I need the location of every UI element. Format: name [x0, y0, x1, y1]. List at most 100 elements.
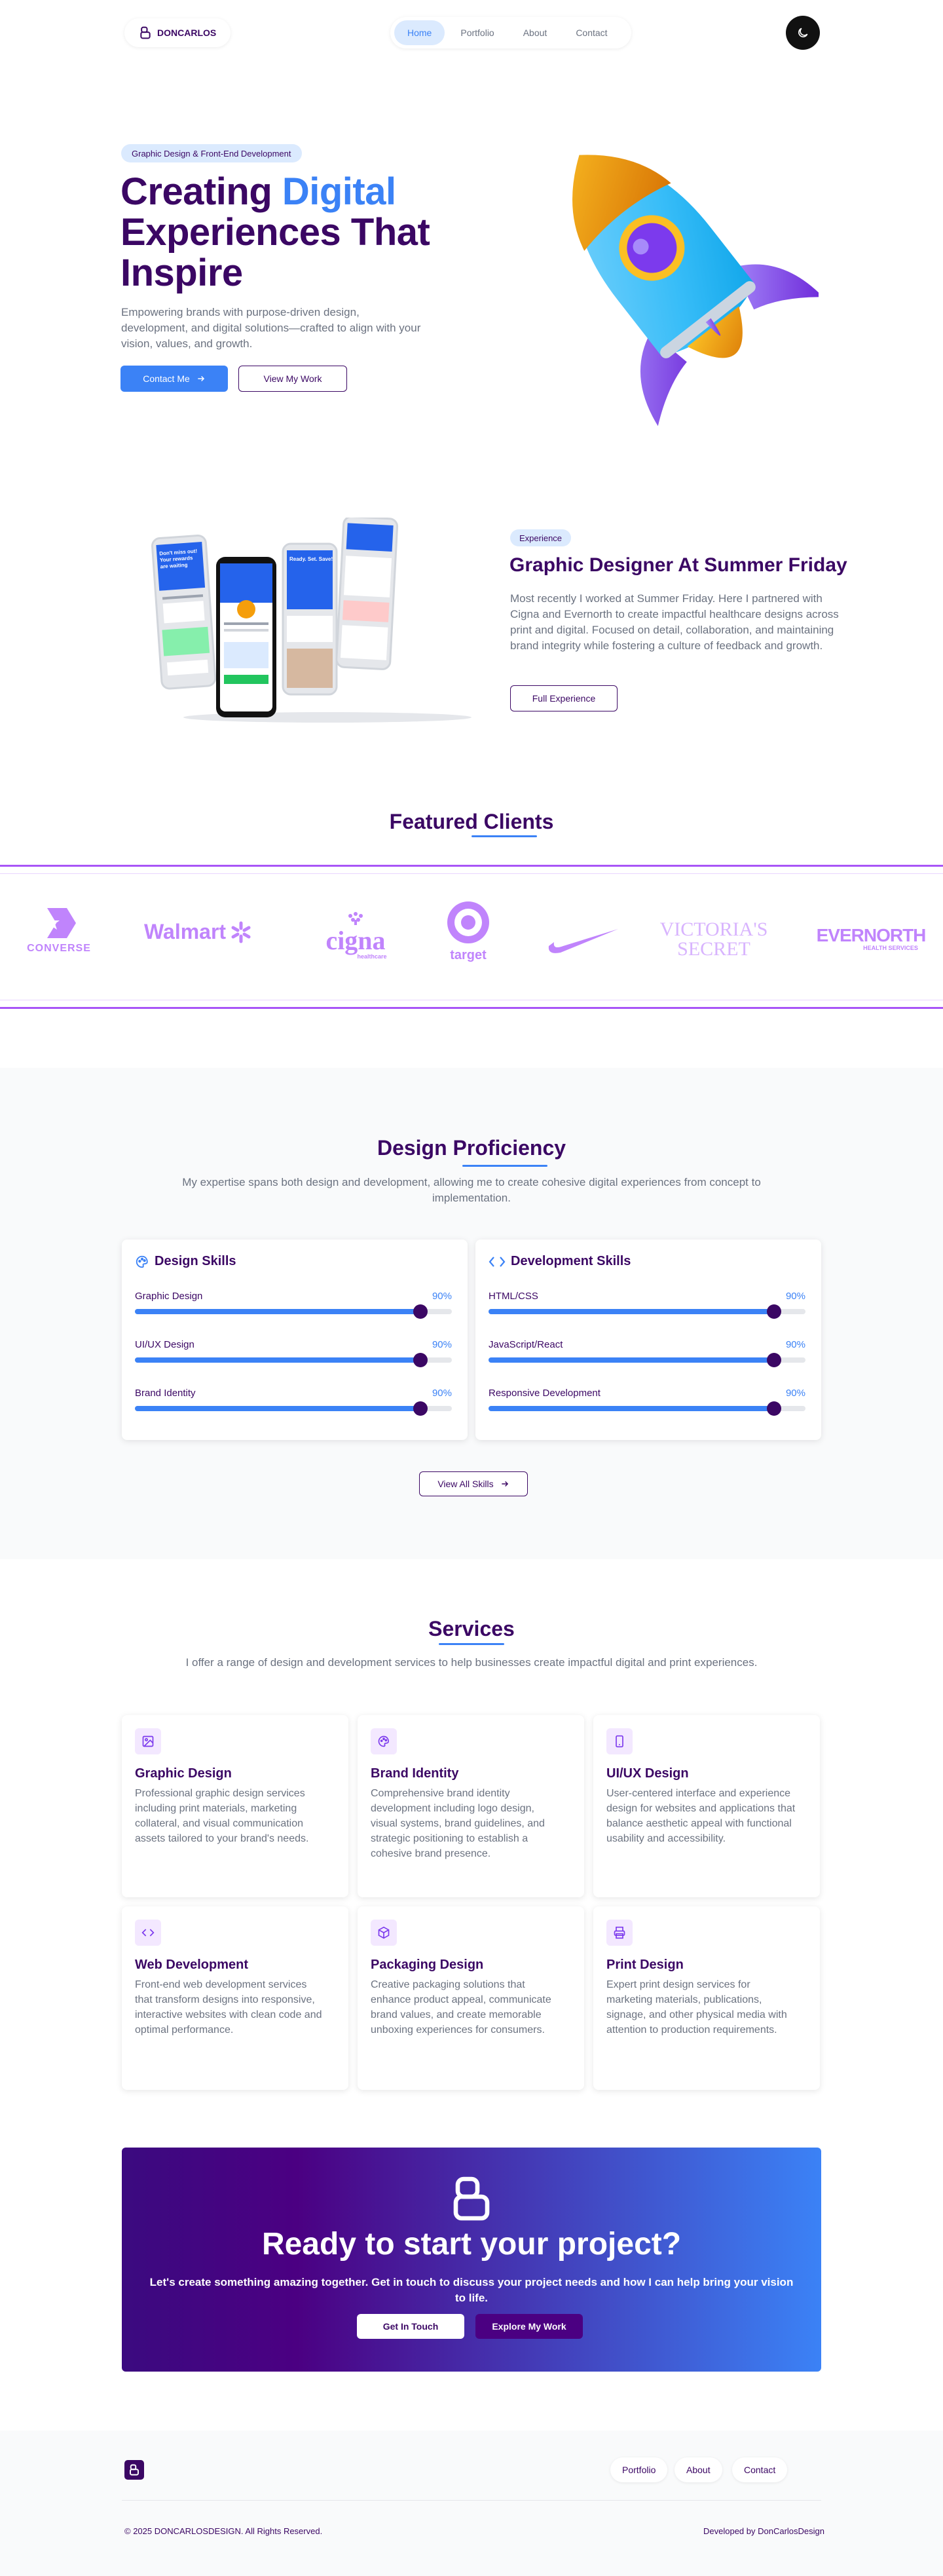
hero-title-part2: Experiences That Inspire — [120, 211, 430, 294]
hero-title: Creating Digital Experiences That Inspire — [120, 172, 487, 294]
skill-progress-knob — [766, 1353, 781, 1367]
skill-progress-knob — [766, 1304, 781, 1319]
logo-evernorth: EVERNORTH HEALTH SERVICES — [812, 925, 930, 952]
services-title: Services — [428, 1617, 515, 1640]
service-title: UI/UX Design — [606, 1766, 689, 1781]
footer-link-about[interactable]: About — [675, 2457, 722, 2482]
nav-link-home[interactable]: Home — [394, 20, 445, 45]
footer-link-portfolio[interactable]: Portfolio — [610, 2457, 668, 2482]
service-title: Brand Identity — [371, 1766, 459, 1781]
design-skills-title: Design Skills — [155, 1254, 236, 1268]
skill-graphic-design: Graphic Design 90% — [135, 1291, 452, 1319]
hero-title-accent: Digital — [282, 170, 396, 213]
service-title: Packaging Design — [371, 1958, 484, 1972]
skill-percent: 90% — [432, 1291, 452, 1302]
phone-mockups-image: Don't miss out! Your rewards are waiting… — [151, 518, 472, 723]
smartphone-icon — [606, 1728, 633, 1754]
nav-link-portfolio[interactable]: Portfolio — [447, 20, 507, 45]
theme-toggle-button[interactable] — [786, 16, 820, 50]
nav-link-contact[interactable]: Contact — [563, 20, 620, 45]
get-in-touch-button[interactable]: Get In Touch — [357, 2314, 464, 2339]
skill-progress-track — [135, 1401, 452, 1416]
service-card-ui-ux-design[interactable]: UI/UX Design User-centered interface and… — [593, 1715, 820, 1897]
service-card-brand-identity[interactable]: Brand Identity Comprehensive brand ident… — [358, 1715, 584, 1897]
skill-progress-fill — [135, 1406, 420, 1411]
skill-progress-track — [135, 1304, 452, 1319]
brand-logo[interactable]: DONCARLOS — [124, 18, 231, 47]
experience-badge: Experience — [510, 529, 572, 546]
development-skills-card: Development Skills HTML/CSS 90% JavaScri… — [475, 1240, 821, 1440]
logo-converse-text: CONVERSE — [27, 943, 91, 954]
skill-progress-fill — [135, 1309, 420, 1314]
design-skills-card: Design Skills Graphic Design 90% UI/UX D… — [122, 1240, 468, 1440]
skill-percent: 90% — [432, 1339, 452, 1350]
skill-brand-identity: Brand Identity 90% — [135, 1388, 452, 1416]
service-card-packaging-design[interactable]: Packaging Design Creative packaging solu… — [358, 1906, 584, 2090]
arrow-right-icon — [198, 375, 204, 382]
service-description: User-centered interface and experience d… — [606, 1788, 796, 1844]
skill-percent: 90% — [432, 1388, 452, 1399]
package-icon — [371, 1920, 397, 1946]
rocket-illustration — [572, 155, 819, 426]
skill-percent: 90% — [785, 1291, 805, 1302]
logo-evernorth-text: EVERNORTH — [816, 925, 927, 945]
explore-my-work-button[interactable]: Explore My Work — [475, 2314, 583, 2339]
logo-walmart-text: Walmart — [144, 920, 227, 943]
full-experience-button[interactable]: Full Experience — [510, 685, 618, 711]
service-title: Print Design — [606, 1958, 684, 1972]
cta-banner: Ready to start your project? Let's creat… — [122, 2148, 821, 2372]
nav-link-about[interactable]: About — [510, 20, 561, 45]
code-icon — [135, 1920, 161, 1946]
experience-text: Most recently I worked at Summer Friday.… — [510, 592, 839, 652]
code-icon — [489, 1256, 506, 1267]
brand-icon — [453, 2176, 490, 2221]
skill-progress-track — [489, 1353, 805, 1367]
clients-logo-band: CONVERSE Walmart cigna healthcare target… — [0, 865, 943, 1009]
logo-evernorth-sub: HEALTH SERVICES — [863, 945, 918, 951]
footer-brand-logo[interactable] — [124, 2460, 144, 2480]
target-bullseye-icon — [447, 901, 489, 943]
view-all-skills-label: View All Skills — [437, 1479, 494, 1489]
nike-swoosh-icon — [548, 929, 618, 953]
view-my-work-button[interactable]: View My Work — [238, 366, 347, 392]
skill-percent: 90% — [785, 1339, 805, 1350]
skill-html-css: HTML/CSS 90% — [489, 1291, 805, 1319]
skill-progress-track — [489, 1304, 805, 1319]
moon-icon — [798, 28, 808, 37]
hero-badge: Graphic Design & Front-End Development — [121, 144, 302, 162]
hero-subtitle: Empowering brands with purpose-driven de… — [121, 306, 421, 350]
footer-copyright: © 2025 DONCARLOSDESIGN. All Rights Reser… — [124, 2526, 323, 2536]
logo-cigna: cigna healthcare — [313, 911, 398, 960]
image-icon — [135, 1728, 161, 1754]
view-all-skills-button[interactable]: View All Skills — [419, 1471, 528, 1496]
development-skills-title: Development Skills — [511, 1254, 631, 1268]
top-nav: DONCARLOS Home Portfolio About Contact — [0, 14, 943, 51]
clients-title-underline — [472, 835, 537, 837]
skill-label: Brand Identity — [135, 1388, 196, 1399]
service-title: Web Development — [135, 1958, 248, 1972]
skill-label: Graphic Design — [135, 1291, 203, 1302]
skill-progress-fill — [135, 1357, 420, 1363]
logo-converse: CONVERSE — [20, 907, 98, 955]
skill-percent: 90% — [785, 1388, 805, 1399]
proficiency-title: Design Proficiency — [377, 1136, 566, 1160]
contact-me-button[interactable]: Contact Me — [120, 366, 228, 392]
experience-title: Graphic Designer At Summer Friday — [509, 554, 847, 576]
development-skills-header: Development Skills — [489, 1254, 631, 1269]
contact-me-label: Contact Me — [143, 373, 190, 384]
clients-logo-track: CONVERSE Walmart cigna healthcare target… — [0, 873, 943, 1000]
services-title-underline — [439, 1643, 504, 1645]
service-card-graphic-design[interactable]: Graphic Design Professional graphic desi… — [122, 1715, 348, 1897]
service-card-web-development[interactable]: Web Development Front-end web developmen… — [122, 1906, 348, 2090]
logo-victorias-secret: VICTORIA'S SECRET — [655, 920, 773, 959]
logo-vs-line2: SECRET — [677, 938, 750, 960]
footer-divider — [122, 2500, 821, 2501]
nav-links: Home Portfolio About Contact — [390, 17, 631, 48]
skill-javascript-react: JavaScript/React 90% — [489, 1339, 805, 1367]
brand-icon — [140, 26, 151, 39]
footer-link-contact[interactable]: Contact — [732, 2457, 788, 2482]
service-card-print-design[interactable]: Print Design Expert print design service… — [593, 1906, 820, 2090]
footer-credit-link[interactable]: Developed by DonCarlosDesign — [703, 2526, 824, 2536]
skill-label: Responsive Development — [489, 1388, 601, 1399]
proficiency-title-underline — [462, 1165, 547, 1167]
